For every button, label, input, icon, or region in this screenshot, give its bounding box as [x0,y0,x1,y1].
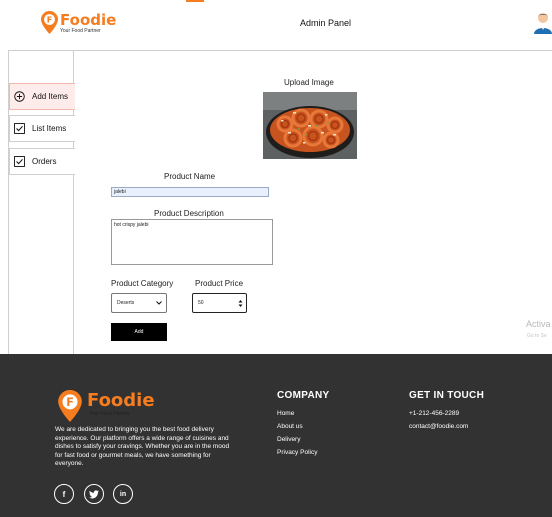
activation-watermark-sub: Go to Se [527,333,547,339]
company-heading: COMPANY [277,390,330,401]
product-description-textarea[interactable]: hot crispy jalebi [111,219,273,265]
header-logo[interactable]: F Foodie Your Food Partner [41,11,116,34]
sidebar-item-label: Orders [32,157,57,166]
svg-text:F: F [66,396,74,409]
plus-circle-icon [14,91,25,102]
sidebar-item-label: List Items [32,124,67,133]
footer-link-about[interactable]: About us [277,423,303,430]
sidebar: Add Items List Items Orders [8,51,75,354]
linkedin-icon: in [119,490,127,498]
brand-tagline: Your Food Partner [60,28,101,34]
product-name-input[interactable]: jalebi [111,187,269,197]
page-title: Admin Panel [300,18,352,28]
header-divider [8,50,552,51]
category-selected-value: Deserts [117,300,135,306]
spinner-arrows-icon[interactable] [238,299,243,308]
product-price-label: Product Price [195,279,244,288]
upload-image-preview[interactable] [263,92,357,159]
accent-line [186,0,204,2]
sidebar-item-orders[interactable]: Orders [9,148,75,175]
footer-link-home[interactable]: Home [277,410,294,417]
product-price-stepper[interactable]: 50 [192,293,247,313]
product-category-select[interactable]: Deserts [111,293,167,313]
facebook-button[interactable]: f [54,484,74,504]
profile-icon[interactable] [533,12,552,34]
product-description-label: Product Description [154,209,224,218]
twitter-button[interactable] [84,484,104,504]
activation-watermark: Activa [526,319,551,329]
contact-phone: +1-212-456-2289 [409,410,460,417]
price-value: 50 [198,300,204,306]
brand-name: Foodie [60,11,117,29]
chevron-down-icon [156,301,162,305]
footer-link-delivery[interactable]: Delivery [277,436,300,443]
checkbox-icon [14,156,25,167]
facebook-icon: f [62,489,66,499]
foodie-logo-icon: F [41,11,58,34]
add-button[interactable]: Add [111,323,167,341]
top-header: F Foodie Your Food Partner Admin Panel [0,0,552,50]
footer-about-text: We are dedicated to bringing you the bes… [55,426,230,468]
contact-heading: GET IN TOUCH [409,390,485,401]
upload-image-label: Upload Image [284,78,334,87]
product-name-label: Product Name [164,172,216,181]
sidebar-item-label: Add Items [32,92,69,101]
checkbox-icon [14,123,25,134]
sidebar-item-list-items[interactable]: List Items [9,115,75,142]
sidebar-item-add-items[interactable]: Add Items [9,83,75,110]
foodie-logo-icon: F [58,390,82,422]
footer-brand-tagline: Your Food Partner [89,411,130,417]
contact-email[interactable]: contact@foodie.com [409,423,468,430]
product-category-label: Product Category [111,279,174,288]
footer: F Foodie Your Food Partner We are dedica… [0,354,552,517]
svg-text:F: F [47,16,52,25]
twitter-icon [89,489,99,498]
footer-link-privacy[interactable]: Privacy Policy [277,449,317,456]
linkedin-button[interactable]: in [113,484,133,504]
footer-brand-name: Foodie [87,390,155,411]
